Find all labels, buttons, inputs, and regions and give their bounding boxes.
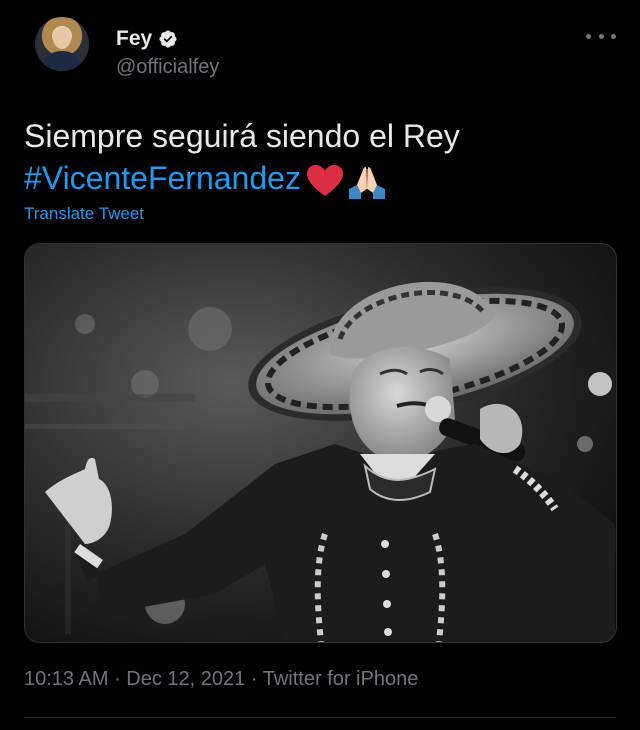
translate-tweet-link[interactable]: Translate Tweet	[24, 204, 144, 224]
red-heart-icon	[306, 164, 343, 196]
folded-hands-icon	[348, 166, 385, 199]
tweet-text: Siempre seguirá siendo el Rey #VicenteFe…	[24, 115, 614, 199]
verified-badge-icon	[159, 30, 177, 48]
author-name-row[interactable]: Fey	[116, 27, 178, 51]
tweet-photo[interactable]	[24, 243, 617, 643]
divider	[24, 717, 616, 718]
tweet-text-line2: #VicenteFernandez	[24, 157, 614, 199]
tweet-meta: 10:13 AM · Dec 12, 2021 · Twitter for iP…	[24, 668, 418, 691]
meta-separator: ·	[108, 668, 127, 690]
meta-separator-2: ·	[245, 668, 263, 690]
tweet-source[interactable]: Twitter for iPhone	[263, 668, 419, 690]
author-display-name[interactable]: Fey	[116, 27, 152, 51]
more-dot	[598, 33, 604, 39]
avatar-body	[43, 51, 81, 71]
photo-image	[25, 244, 616, 642]
author-handle[interactable]: @officialfey	[116, 56, 219, 79]
hashtag-link[interactable]: #VicenteFernandez	[24, 160, 301, 196]
tweet-date[interactable]: Dec 12, 2021	[126, 668, 245, 690]
more-dot	[586, 33, 591, 39]
more-dot	[611, 33, 616, 39]
more-options-icon[interactable]	[586, 26, 616, 46]
tweet-time[interactable]: 10:13 AM	[24, 668, 109, 690]
tweet-text-line1: Siempre seguirá siendo el Rey	[24, 118, 460, 154]
avatar-face	[53, 27, 71, 49]
author-avatar[interactable]	[35, 17, 89, 71]
